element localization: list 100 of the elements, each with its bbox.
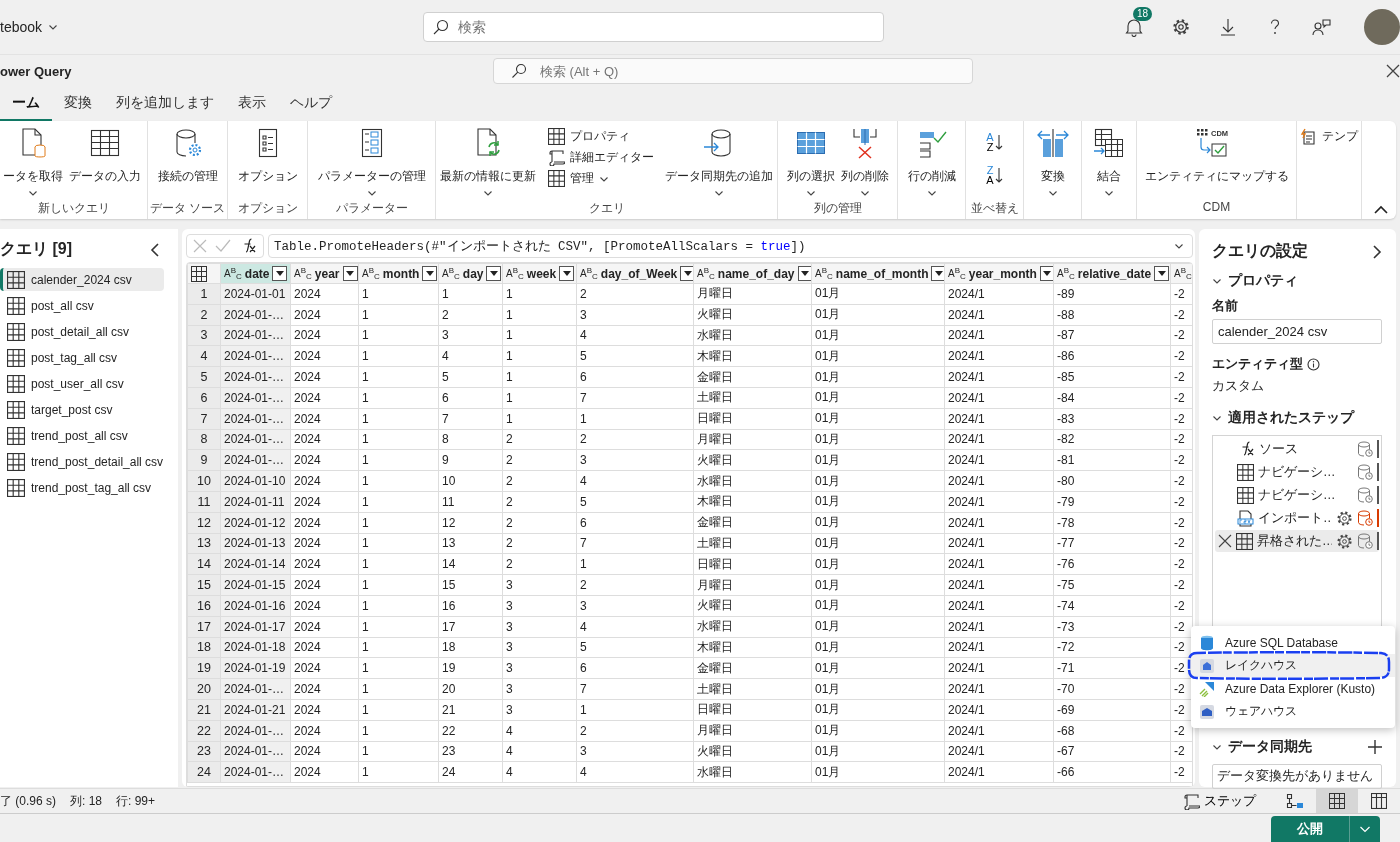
table-icon — [1237, 486, 1254, 504]
table-cell: 2024/1 — [944, 283, 1054, 305]
row-number: 20 — [187, 678, 221, 700]
filter-button[interactable] — [797, 266, 811, 281]
table-cell: 7 — [576, 533, 694, 554]
tab[interactable]: 表示 — [226, 87, 278, 121]
panel-title: クエリ [9] — [0, 239, 72, 259]
ribbon-button[interactable]: オプション — [235, 125, 300, 200]
sort-ascending-button[interactable]: A Z — [983, 131, 1006, 154]
step-item[interactable]: 昇格された… — [1215, 530, 1379, 552]
query-item[interactable]: calender_2024 csv — [0, 268, 164, 291]
table-cell: 2 — [502, 429, 577, 450]
query-item[interactable]: trend_post_detail_all csv — [0, 450, 164, 473]
csv-file-icon — [1237, 509, 1254, 527]
filter-button[interactable] — [486, 266, 502, 281]
column-header[interactable]: A$^{B}$$_{C}$ year — [290, 263, 359, 284]
filter-button[interactable] — [559, 266, 575, 281]
column-header[interactable]: A$^{B}$$_{C}$ day_of_Week — [576, 263, 694, 284]
table-cell: -68 — [1053, 720, 1171, 742]
ribbon-button[interactable]: データの入力 — [67, 125, 143, 200]
menu-item[interactable]: レイクハウス — [1191, 654, 1395, 677]
table-cell: 2024 — [290, 449, 359, 471]
step-item[interactable]: ナビゲーシ… — [1215, 461, 1379, 483]
tab[interactable]: 列を追加します — [104, 87, 226, 121]
filter-button[interactable] — [680, 266, 693, 281]
ribbon-button[interactable]: 変換 — [1034, 125, 1071, 200]
query-item[interactable]: post_tag_all csv — [0, 346, 164, 369]
table-cell: 2 — [576, 574, 694, 596]
filter-button[interactable] — [342, 266, 358, 281]
filter-button[interactable] — [1154, 266, 1170, 281]
ribbon-button[interactable]: ータを取得 — [1, 125, 65, 200]
row-number: 6 — [187, 387, 221, 409]
column-header[interactable]: A$^{B}$$_{C}$ date — [220, 263, 291, 284]
table-cell: -70 — [1053, 678, 1171, 700]
caret-icon — [1043, 270, 1052, 277]
step-item[interactable]: ナビゲーシ… — [1215, 484, 1379, 506]
column-header[interactable]: A$^{B}$$_{C}$ month — [358, 263, 439, 284]
ribbon-button[interactable]: 列の選択 — [784, 125, 837, 200]
ribbon-button[interactable]: プロパティ — [544, 127, 657, 146]
column-header[interactable]: A$^{B}$$_{C}$ week — [502, 263, 577, 284]
table-cell: 月曜日 — [693, 283, 812, 305]
ribbon-button[interactable]: パラメーターの管理 — [315, 125, 428, 200]
formula-field[interactable]: Table.PromoteHeaders(#"インポートされた CSV", [PromoteAllScalars = true]) — [268, 234, 1193, 258]
filter-button[interactable] — [272, 266, 288, 281]
search-field[interactable]: 検索 (Alt + Q) — [493, 58, 973, 84]
search-field[interactable]: 検索 — [423, 12, 884, 42]
column-header[interactable]: A$^{B}$$_{C}$ year_month — [944, 263, 1054, 284]
publish-menu-button[interactable] — [1349, 816, 1380, 842]
ribbon-button[interactable]: 管理 — [544, 169, 657, 188]
avatar[interactable] — [1364, 9, 1400, 45]
table-cell: 2024/1 — [944, 553, 1054, 575]
ribbon-button[interactable]: 結合 — [1091, 125, 1127, 200]
table-cell: 01月 — [811, 366, 945, 388]
ribbon-button[interactable]: データ同期先の追加 — [663, 125, 775, 200]
query-item[interactable]: post_detail_all csv — [0, 320, 164, 343]
steps-button[interactable]: ステップ — [1179, 792, 1274, 810]
menu-item[interactable]: Azure Data Explorer (Kusto) — [1191, 677, 1395, 700]
query-item[interactable]: post_all csv — [0, 294, 164, 317]
section-heading: 適用されたステップ — [1228, 409, 1354, 427]
ribbon-button[interactable]: 列の削除 — [838, 125, 891, 200]
table-cell: 1 — [358, 574, 439, 596]
table-cell: 1 — [358, 699, 439, 721]
table-cell: 2024 — [290, 325, 359, 346]
menu-item[interactable]: Azure SQL Database — [1191, 631, 1395, 654]
table-cell: 2024 — [290, 741, 359, 762]
ribbon-button[interactable]: 最新の情報に更新 — [438, 125, 538, 200]
query-item[interactable]: post_user_all csv — [0, 372, 164, 395]
step-item[interactable]: ソース — [1215, 438, 1379, 460]
filter-button[interactable] — [422, 266, 438, 281]
table-cell: 2024/1 — [944, 387, 1054, 409]
step-item[interactable]: インポート… — [1215, 507, 1379, 529]
name-field[interactable]: calender_2024 csv — [1212, 319, 1382, 344]
table-view-button[interactable] — [1316, 789, 1358, 813]
query-item[interactable]: target_post csv — [0, 398, 164, 421]
filter-button[interactable] — [931, 266, 944, 281]
warehouse-icon — [1199, 703, 1215, 720]
column-header[interactable]: A$^{B}$$_{C}$ name_of_month — [811, 263, 945, 284]
ribbon-button[interactable]: 接続の管理 — [155, 125, 220, 200]
table-cell: 1 — [576, 553, 694, 575]
query-item[interactable]: trend_post_all csv — [0, 424, 164, 447]
table-cell: 4 — [502, 720, 577, 742]
menu-item[interactable]: ウェアハウス — [1191, 700, 1395, 723]
table-cell: 9 — [438, 449, 503, 471]
column-header[interactable]: A$^{B}$$_{C}$ relative_date — [1053, 263, 1171, 284]
sort-descending-button[interactable]: Z A — [983, 163, 1006, 187]
query-item[interactable]: trend_post_tag_all csv — [0, 476, 164, 499]
column-header[interactable]: A$^{B}$$_{C}$ name_of_day — [693, 263, 812, 284]
column-header[interactable]: A$^{B}$$_{C}$ day — [438, 263, 503, 284]
publish-button[interactable]: 公開 — [1271, 816, 1349, 842]
table-cell: 2024 — [290, 678, 359, 700]
filter-button[interactable] — [1039, 266, 1053, 281]
tab[interactable]: 変換 — [52, 87, 104, 121]
ribbon-button[interactable]: 詳細エディター — [544, 148, 657, 167]
ribbon-button[interactable]: 行の削減 — [905, 125, 958, 200]
table-corner[interactable] — [187, 263, 221, 284]
tab[interactable]: ヘルプ — [278, 87, 344, 121]
table-cell: 2024/1 — [944, 657, 1054, 679]
table-cell: 2024/1 — [944, 637, 1054, 658]
destination-field: データ変換先がありません — [1212, 764, 1382, 789]
ribbon-button[interactable]: テンプ — [1297, 127, 1361, 146]
